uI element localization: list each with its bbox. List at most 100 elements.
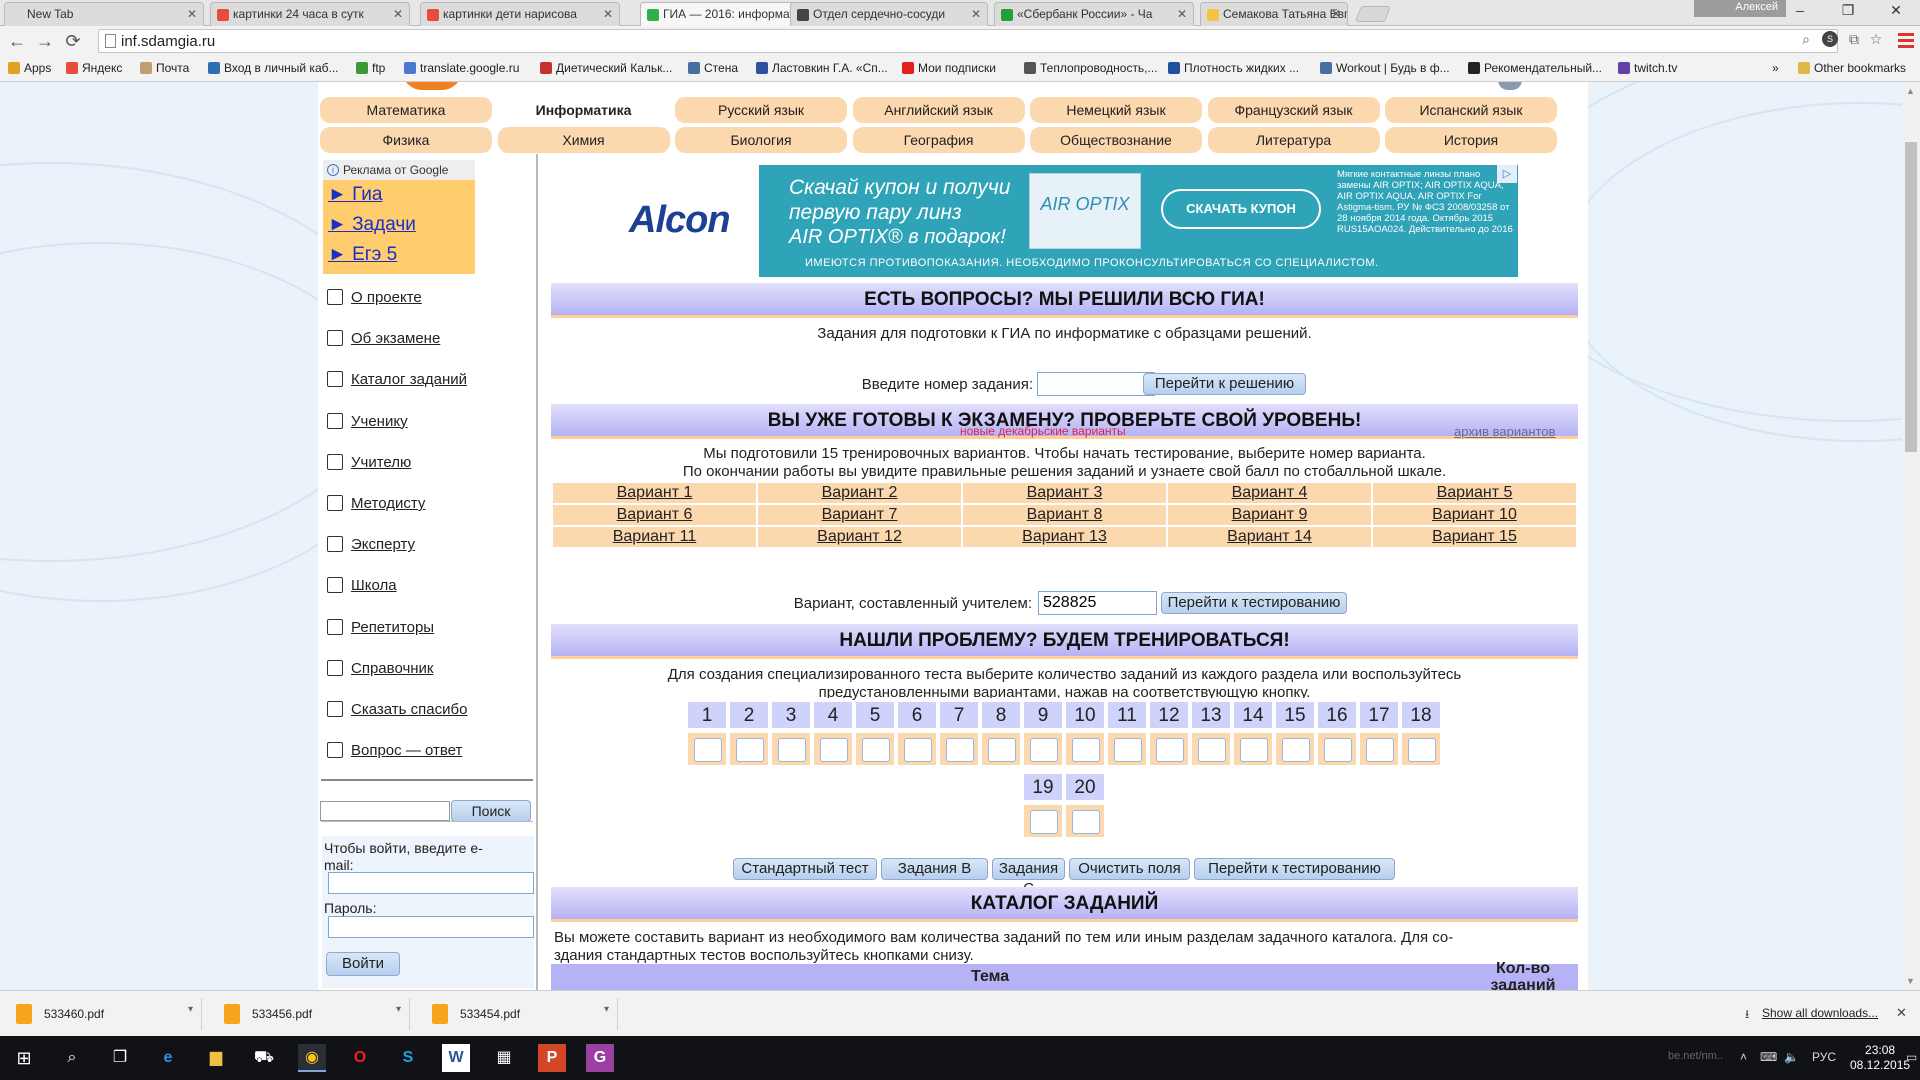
sidebar-menu-item[interactable]: Вопрос — ответ [327,742,462,762]
variant-link[interactable]: Вариант 8 [1027,506,1103,523]
sidebar-menu-item[interactable]: Школа [327,577,397,597]
page-info-icon[interactable] [105,34,116,48]
task-count-input[interactable] [1408,738,1436,762]
sidebar-menu-label[interactable]: Эксперту [351,536,415,553]
sidebar-menu-label[interactable]: Сказать спасибо [351,701,467,718]
checkbox-icon[interactable] [327,536,343,553]
sidebar-menu-item[interactable]: Эксперту [327,536,415,556]
sidebar-menu-item[interactable]: Ученику [327,412,408,433]
volume-icon[interactable]: 🔈 [1784,1050,1799,1064]
subject-tab[interactable]: Испанский язык [1385,97,1557,123]
subject-tab[interactable]: Литература [1207,127,1380,153]
share-icon[interactable]: ⧉ [1846,31,1862,47]
ad-link[interactable]: ► Егэ 5 [323,240,475,270]
checkbox-icon[interactable] [327,495,343,511]
subject-tab[interactable]: Физика [320,127,492,153]
scroll-down-icon[interactable]: ▼ [1906,976,1915,986]
task-number-input[interactable] [1037,372,1155,396]
checkbox-icon[interactable] [327,659,343,676]
minimize-button[interactable]: – [1780,2,1820,24]
sidebar-menu-label[interactable]: Каталог заданий [351,371,467,388]
task-count-input[interactable] [988,738,1016,762]
download-item[interactable]: 533454.pdf ▾ [420,998,618,1030]
task-count-input[interactable] [778,738,806,762]
bookmark-item[interactable]: Workout | Будь в ф... [1320,61,1450,75]
opera-icon[interactable]: O [346,1044,374,1072]
checkbox-icon[interactable] [327,701,343,717]
bookmark-item[interactable]: Рекомендательный... [1468,61,1602,75]
page-scrollbar[interactable]: ▲ ▼ [1902,82,1920,990]
bookmark-item[interactable]: twitch.tv [1618,61,1677,75]
info-icon[interactable]: i [327,164,339,176]
checkbox-icon[interactable] [327,412,343,429]
browser-tab[interactable]: New Tab ✕ [4,2,204,26]
search-button[interactable]: Поиск [451,800,531,822]
variant-link[interactable]: Вариант 4 [1232,484,1308,501]
browser-tab[interactable]: «Сбербанк России» - Ча ✕ [994,2,1194,26]
task-count-input[interactable] [736,738,764,762]
show-all-downloads-link[interactable]: Show all downloads... [1762,1006,1878,1020]
banner-ad[interactable]: Alcon Скачай купон и получи первую пару … [609,165,1518,277]
bookmark-item[interactable]: Плотность жидких ... [1168,61,1299,75]
language-indicator[interactable]: РУС [1812,1050,1836,1064]
search-icon[interactable]: ⌕ [1798,31,1814,47]
archive-link[interactable]: архив вариантов [1454,424,1555,439]
task-count-input[interactable] [1072,810,1100,834]
variant-link[interactable]: Вариант 14 [1227,528,1312,545]
store-icon[interactable]: ⛟ [250,1044,278,1072]
close-downloads-icon[interactable]: ✕ [1896,1005,1907,1021]
bookmark-item[interactable]: Ластовкин Г.А. «Сп... [756,61,888,75]
subject-tab[interactable]: Французский язык [1207,97,1380,123]
maximize-button[interactable]: ❐ [1828,2,1868,24]
task-count-input[interactable] [1030,810,1058,834]
preset-button[interactable]: Задания C [992,858,1065,897]
windows-start-icon[interactable]: ⊞ [10,1044,38,1072]
subject-tab[interactable]: Химия [497,127,670,153]
ad-link[interactable]: ► Задачи [323,210,475,240]
checkbox-icon[interactable] [327,742,343,759]
chevron-down-icon[interactable]: ▾ [396,1004,401,1015]
extension-icon[interactable]: S [1822,31,1838,47]
variant-link[interactable]: Вариант 9 [1232,506,1308,523]
task-count-input[interactable] [1156,738,1184,762]
sidebar-menu-item[interactable]: Учителю [327,453,411,474]
bookmark-item[interactable]: Диетический Кальк... [540,61,672,75]
close-tab-icon[interactable]: ✕ [1177,7,1187,21]
task-count-input[interactable] [1366,738,1394,762]
address-bar[interactable]: inf.sdamgia.ru [98,29,1838,53]
edge-browser-icon[interactable]: e [154,1044,182,1072]
sidebar-menu-label[interactable]: Ученику [351,413,408,430]
checkbox-icon[interactable] [327,289,343,305]
sidebar-menu-item[interactable]: Об экзамене [327,330,440,350]
adchoices-icon[interactable]: ▷ [1497,165,1517,183]
sidebar-menu-item[interactable]: О проекте [327,289,422,309]
preset-button[interactable]: Очистить поля [1069,858,1190,880]
task-count-input[interactable] [820,738,848,762]
notifications-icon[interactable]: ▭ [1906,1050,1917,1064]
task-view-icon[interactable]: ❐ [106,1044,134,1072]
browser-tab[interactable]: Семакова Татьяна Евген ✕ [1200,2,1348,26]
variant-link[interactable]: Вариант 7 [822,506,898,523]
file-explorer-icon[interactable]: ▆ [202,1044,230,1072]
close-tab-icon[interactable]: ✕ [393,7,403,21]
forward-arrow-icon[interactable]: → [34,30,56,52]
subject-tab[interactable]: Русский язык [675,97,847,123]
skype-icon[interactable]: S [394,1044,422,1072]
sidebar-menu-label[interactable]: Об экзамене [351,330,440,347]
task-count-input[interactable] [1198,738,1226,762]
sidebar-menu-item[interactable]: Сказать спасибо [327,701,467,721]
variant-link[interactable]: Вариант 6 [617,506,693,523]
start-test-button[interactable]: Перейти к тестированию [1161,592,1347,614]
download-item[interactable]: 533460.pdf ▾ [4,998,202,1030]
powerpoint-icon[interactable]: P [538,1044,566,1072]
teacher-variant-input[interactable] [1038,591,1157,615]
bookmark-item[interactable]: translate.google.ru [404,61,519,75]
checkbox-icon[interactable] [327,330,343,347]
preset-button[interactable]: Перейти к тестированию [1194,858,1395,880]
variant-link[interactable]: Вариант 10 [1432,506,1517,523]
checkbox-icon[interactable] [327,577,343,594]
chevron-down-icon[interactable]: ▾ [188,1004,193,1015]
menu-icon[interactable] [1898,30,1914,50]
task-count-input[interactable] [946,738,974,762]
back-arrow-icon[interactable]: ← [6,30,28,52]
